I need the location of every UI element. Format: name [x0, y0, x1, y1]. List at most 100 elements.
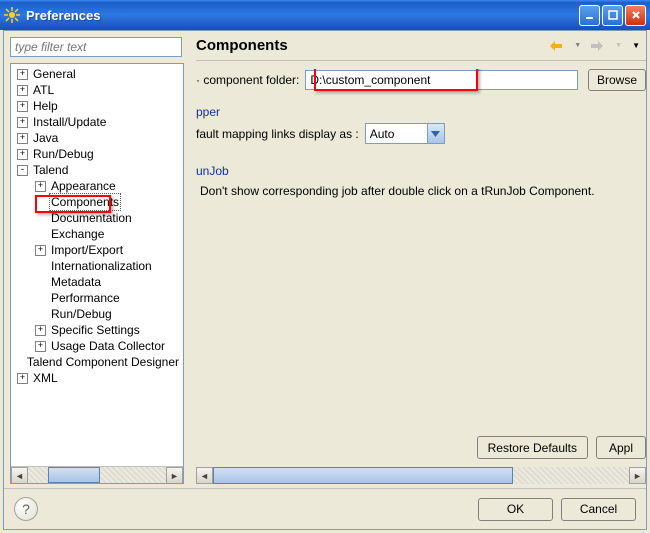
component-folder-input[interactable]	[305, 70, 578, 90]
tree-item[interactable]: +Java	[13, 130, 181, 146]
tree-item-label[interactable]: Talend Component Designer	[25, 354, 181, 370]
expand-icon[interactable]: +	[17, 373, 28, 384]
tree-leaf-spacer	[35, 293, 46, 304]
expand-icon[interactable]: +	[17, 117, 28, 128]
tree-item-label[interactable]: Exchange	[49, 226, 106, 242]
client-area: +General+ATL+Help+Install/Update+Java+Ru…	[3, 30, 647, 530]
tree-item-label[interactable]: ATL	[31, 82, 56, 98]
expand-icon[interactable]: +	[35, 181, 46, 192]
tree-item[interactable]: +Import/Export	[13, 242, 181, 258]
page-header: Components ▼ ▼ ▼	[196, 37, 646, 54]
page-title: Components	[196, 37, 550, 54]
tree-item[interactable]: +XML	[13, 370, 181, 386]
tree-item[interactable]: +Help	[13, 98, 181, 114]
scroll-right-button[interactable]: ►	[166, 467, 183, 484]
tree-item-label[interactable]: Performance	[49, 290, 122, 306]
expand-icon[interactable]: +	[35, 325, 46, 336]
scroll-track[interactable]	[28, 467, 166, 483]
tree-item[interactable]: Metadata	[13, 274, 181, 290]
tree-item-label[interactable]: Help	[31, 98, 60, 114]
tree-item-label[interactable]: XML	[31, 370, 60, 386]
tree-item-label[interactable]: Appearance	[49, 178, 118, 194]
settings-panel: Components ▼ ▼ ▼ · component folder:	[188, 31, 646, 488]
tree-item[interactable]: +Specific Settings	[13, 322, 181, 338]
expand-icon[interactable]: +	[35, 341, 46, 352]
tree-item[interactable]: +General	[13, 66, 181, 82]
tree-item[interactable]: Performance	[13, 290, 181, 306]
expand-icon[interactable]: +	[17, 85, 28, 96]
tree-leaf-spacer	[35, 309, 46, 320]
scroll-track[interactable]	[213, 467, 629, 484]
tree-item[interactable]: +Appearance	[13, 178, 181, 194]
tree-item-label[interactable]: Java	[31, 130, 60, 146]
scroll-right-button[interactable]: ►	[629, 467, 646, 484]
tree-item-label[interactable]: Run/Debug	[31, 146, 96, 162]
tree-leaf-spacer	[35, 261, 46, 272]
tree-item[interactable]: Run/Debug	[13, 306, 181, 322]
tree-item[interactable]: -Talend	[13, 162, 181, 178]
window-controls	[579, 5, 646, 26]
menu-dropdown-icon[interactable]: ▼	[632, 41, 640, 50]
tree-leaf-spacer	[35, 197, 46, 208]
tree-horizontal-scrollbar[interactable]: ◄ ►	[11, 466, 183, 483]
tree-item-label[interactable]: Specific Settings	[49, 322, 142, 338]
tree-item-label[interactable]: Components	[49, 193, 121, 211]
maximize-button[interactable]	[602, 5, 623, 26]
collapse-icon[interactable]: -	[17, 165, 28, 176]
tree-item-label[interactable]: Documentation	[49, 210, 134, 226]
browse-button[interactable]: Browse	[588, 69, 646, 91]
tree-item[interactable]: Internationalization	[13, 258, 181, 274]
expand-icon[interactable]: +	[17, 101, 28, 112]
tree-item-label[interactable]: Install/Update	[31, 114, 108, 130]
dialog-footer: ? OK Cancel	[4, 488, 646, 529]
restore-defaults-button[interactable]: Restore Defaults	[477, 436, 588, 459]
tree-item-label[interactable]: Talend	[31, 162, 70, 178]
tree-item-label[interactable]: Import/Export	[49, 242, 125, 258]
scroll-left-button[interactable]: ◄	[196, 467, 213, 484]
header-separator	[196, 60, 646, 61]
tree-item-label[interactable]: General	[31, 66, 78, 82]
panel-horizontal-scrollbar[interactable]: ◄ ►	[196, 467, 646, 484]
section-pper: pper	[196, 105, 646, 119]
back-icon[interactable]	[550, 39, 564, 53]
page-body: · component folder: Browse pper fault ma…	[196, 69, 646, 484]
expand-icon[interactable]: +	[17, 69, 28, 80]
tree-item[interactable]: +Usage Data Collector	[13, 338, 181, 354]
tree-item[interactable]: Components	[13, 194, 181, 210]
close-button[interactable]	[625, 5, 646, 26]
chevron-down-icon[interactable]	[427, 124, 444, 143]
expand-icon[interactable]: +	[17, 149, 28, 160]
tree-item[interactable]: Talend Component Designer	[13, 354, 181, 370]
apply-button[interactable]: Appl	[596, 436, 646, 459]
mapping-combo[interactable]: Auto	[365, 123, 445, 144]
expand-icon[interactable]: +	[35, 245, 46, 256]
mapping-value: Auto	[366, 127, 427, 141]
tree-item[interactable]: Exchange	[13, 226, 181, 242]
expand-icon[interactable]: +	[17, 133, 28, 144]
tree-item-label[interactable]: Usage Data Collector	[49, 338, 167, 354]
tree-item-label[interactable]: Internationalization	[49, 258, 154, 274]
filter-input[interactable]	[10, 37, 182, 57]
scroll-thumb[interactable]	[213, 467, 513, 484]
ok-button[interactable]: OK	[478, 498, 553, 521]
tree-leaf-spacer	[15, 357, 22, 368]
scroll-left-button[interactable]: ◄	[11, 467, 28, 484]
back-dropdown-icon[interactable]: ▼	[574, 42, 581, 49]
cancel-button[interactable]: Cancel	[561, 498, 636, 521]
app-icon	[4, 7, 20, 23]
help-icon[interactable]: ?	[14, 497, 38, 521]
title-bar[interactable]: Preferences	[0, 0, 650, 30]
minimize-button[interactable]	[579, 5, 600, 26]
tree-item-label[interactable]: Run/Debug	[49, 306, 114, 322]
navigation-panel: +General+ATL+Help+Install/Update+Java+Ru…	[4, 31, 188, 488]
tree-item[interactable]: Documentation	[13, 210, 181, 226]
tree-item-label[interactable]: Metadata	[49, 274, 103, 290]
tree-item[interactable]: +Install/Update	[13, 114, 181, 130]
preferences-tree[interactable]: +General+ATL+Help+Install/Update+Java+Ru…	[10, 63, 184, 484]
tree-item[interactable]: +ATL	[13, 82, 181, 98]
tree-leaf-spacer	[35, 213, 46, 224]
tree-item[interactable]: +Run/Debug	[13, 146, 181, 162]
scroll-thumb[interactable]	[48, 467, 100, 483]
component-folder-label: · component folder:	[196, 73, 299, 87]
section-unjob: unJob	[196, 164, 646, 178]
